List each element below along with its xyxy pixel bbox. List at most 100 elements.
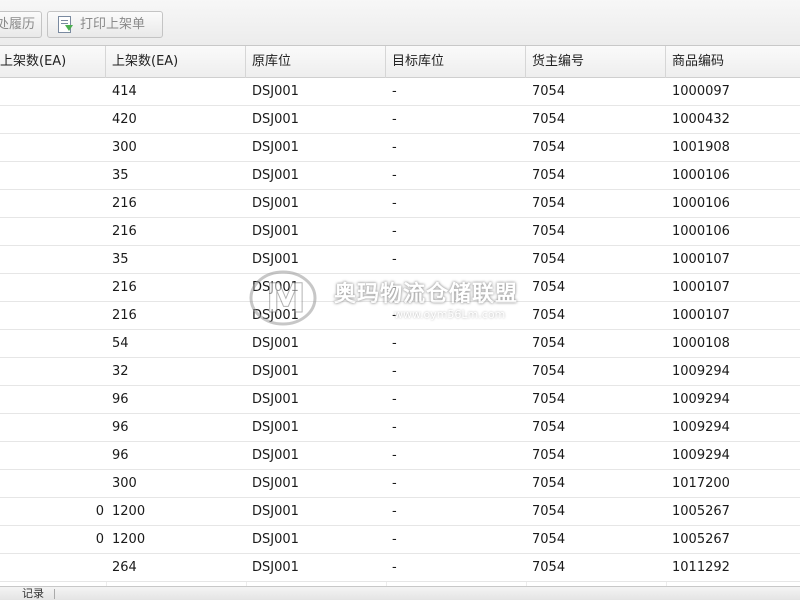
owner-id-cell: 7054 (532, 532, 566, 547)
table-row[interactable]: 300 DSJ001 - 7054 1001908 (0, 134, 800, 162)
table-row[interactable]: 216 DSJ001 - 7054 1000106 (0, 218, 800, 246)
putaway-grid: 上架数(EA) 上架数(EA) 原库位 目标库位 货主编号 商品编码 414 DS… (0, 46, 800, 586)
sku-code-cell: 1000106 (672, 224, 730, 239)
sku-code-cell: 1009294 (672, 448, 730, 463)
table-row[interactable]: 96 DSJ001 - 7054 1009294 (0, 386, 800, 414)
putaway-qty-cell: 1200 (112, 504, 146, 519)
putaway-qty-cell: 264 (112, 560, 137, 575)
putaway-qty-partial-cell (0, 274, 106, 302)
sku-code-cell: 1000107 (672, 252, 730, 267)
print-putaway-button[interactable]: 打印上架单 (47, 11, 163, 38)
target-location-cell: - (392, 84, 397, 99)
table-row[interactable]: 96 DSJ001 - 7054 1009294 (0, 442, 800, 470)
owner-id-cell: 7054 (532, 364, 566, 379)
table-row[interactable]: 35 DSJ001 - 7054 1000107 (0, 246, 800, 274)
column-header-owner-id[interactable]: 货主编号 (526, 46, 666, 78)
owner-id-cell: 7054 (532, 224, 566, 239)
putaway-qty-partial-cell (0, 470, 106, 498)
history-button[interactable]: 处履历 (0, 11, 42, 38)
source-location-cell: DSJ001 (252, 224, 299, 239)
table-row[interactable]: 35 DSJ001 - 7054 1000106 (0, 162, 800, 190)
source-location-cell: DSJ001 (252, 308, 299, 323)
putaway-qty-cell: 35 (112, 252, 129, 267)
sku-code-cell: 1005267 (672, 504, 730, 519)
source-location-cell: DSJ001 (252, 392, 299, 407)
putaway-qty-cell: 96 (112, 420, 129, 435)
toolbar: 处履历 打印上架单 (0, 0, 800, 46)
target-location-cell: - (392, 224, 397, 239)
owner-id-cell: 7054 (532, 392, 566, 407)
target-location-cell: - (392, 420, 397, 435)
putaway-qty-cell: 216 (112, 224, 137, 239)
column-header-putaway-qty[interactable]: 上架数(EA) (106, 46, 246, 78)
source-location-cell: DSJ001 (252, 532, 299, 547)
table-row[interactable]: 420 DSJ001 - 7054 1000432 (0, 106, 800, 134)
target-location-cell: - (392, 560, 397, 575)
putaway-qty-cell: 35 (112, 168, 129, 183)
target-location-cell: - (392, 196, 397, 211)
table-row[interactable]: 0 1200 DSJ001 - 7054 1005267 (0, 526, 800, 554)
sku-code-cell: 1009294 (672, 392, 730, 407)
owner-id-cell: 7054 (532, 252, 566, 267)
target-location-cell: - (392, 280, 397, 295)
column-header-putaway-qty-partial[interactable]: 上架数(EA) (0, 46, 106, 78)
table-row[interactable]: 414 DSJ001 - 7054 1000097 (0, 78, 800, 106)
putaway-qty-partial-cell: 0 (95, 532, 104, 547)
putaway-qty-partial-cell (0, 302, 106, 330)
putaway-qty-cell: 1200 (112, 532, 146, 547)
putaway-qty-partial-cell (0, 246, 106, 274)
putaway-qty-cell: 300 (112, 140, 137, 155)
table-row[interactable]: 96 DSJ001 - 7054 1009294 (0, 414, 800, 442)
owner-id-cell: 7054 (532, 168, 566, 183)
source-location-cell: DSJ001 (252, 84, 299, 99)
sku-code-cell: 1000106 (672, 196, 730, 211)
owner-id-cell: 7054 (532, 560, 566, 575)
owner-id-cell: 7054 (532, 84, 566, 99)
putaway-qty-partial-cell (0, 358, 106, 386)
print-putaway-label: 打印上架单 (80, 17, 146, 32)
owner-id-cell: 7054 (532, 308, 566, 323)
target-location-cell: - (392, 140, 397, 155)
owner-id-cell: 7054 (532, 196, 566, 211)
owner-id-cell: 7054 (532, 140, 566, 155)
table-row[interactable]: 54 DSJ001 - 7054 1000108 (0, 330, 800, 358)
source-location-cell: DSJ001 (252, 112, 299, 127)
putaway-qty-partial-cell (0, 106, 106, 134)
column-header-source-location[interactable]: 原库位 (246, 46, 386, 78)
target-location-cell: - (392, 252, 397, 267)
table-row[interactable]: 216 DSJ001 - 7054 1000106 (0, 190, 800, 218)
sku-code-cell: 1000106 (672, 168, 730, 183)
table-row[interactable]: 0 1200 DSJ001 - 7054 1005267 (0, 498, 800, 526)
source-location-cell: DSJ001 (252, 280, 299, 295)
target-location-cell: - (392, 476, 397, 491)
putaway-qty-partial-cell (0, 554, 106, 582)
target-location-cell: - (392, 532, 397, 547)
table-row[interactable]: 300 DSJ001 - 7054 1017200 (0, 470, 800, 498)
sku-code-cell: 1000432 (672, 112, 730, 127)
grid-header: 上架数(EA) 上架数(EA) 原库位 目标库位 货主编号 商品编码 (0, 46, 800, 78)
owner-id-cell: 7054 (532, 504, 566, 519)
putaway-qty-cell: 96 (112, 448, 129, 463)
source-location-cell: DSJ001 (252, 140, 299, 155)
sku-code-cell: 1009294 (672, 364, 730, 379)
table-row[interactable]: 32 DSJ001 - 7054 1009294 (0, 358, 800, 386)
table-row[interactable]: 216 DSJ001 - 7054 1000107 (0, 274, 800, 302)
putaway-qty-cell: 216 (112, 280, 137, 295)
history-button-label: 处履历 (0, 17, 35, 32)
owner-id-cell: 7054 (532, 280, 566, 295)
table-row[interactable]: 264 DSJ001 - 7054 1011292 (0, 554, 800, 582)
putaway-qty-partial-cell (0, 414, 106, 442)
putaway-qty-cell: 32 (112, 364, 129, 379)
putaway-qty-partial-cell (0, 218, 106, 246)
column-header-sku-code[interactable]: 商品编码 (666, 46, 800, 78)
target-location-cell: - (392, 364, 397, 379)
putaway-qty-cell: 414 (112, 84, 137, 99)
table-row[interactable]: 216 DSJ001 - 7054 1000107 (0, 302, 800, 330)
putaway-qty-partial-cell (0, 386, 106, 414)
column-header-target-location[interactable]: 目标库位 (386, 46, 526, 78)
putaway-qty-partial-cell (0, 442, 106, 470)
grid-body: 414 DSJ001 - 7054 1000097 420 DSJ001 - 7054 10004… (0, 78, 800, 582)
target-location-cell: - (392, 336, 397, 351)
owner-id-cell: 7054 (532, 336, 566, 351)
source-location-cell: DSJ001 (252, 336, 299, 351)
